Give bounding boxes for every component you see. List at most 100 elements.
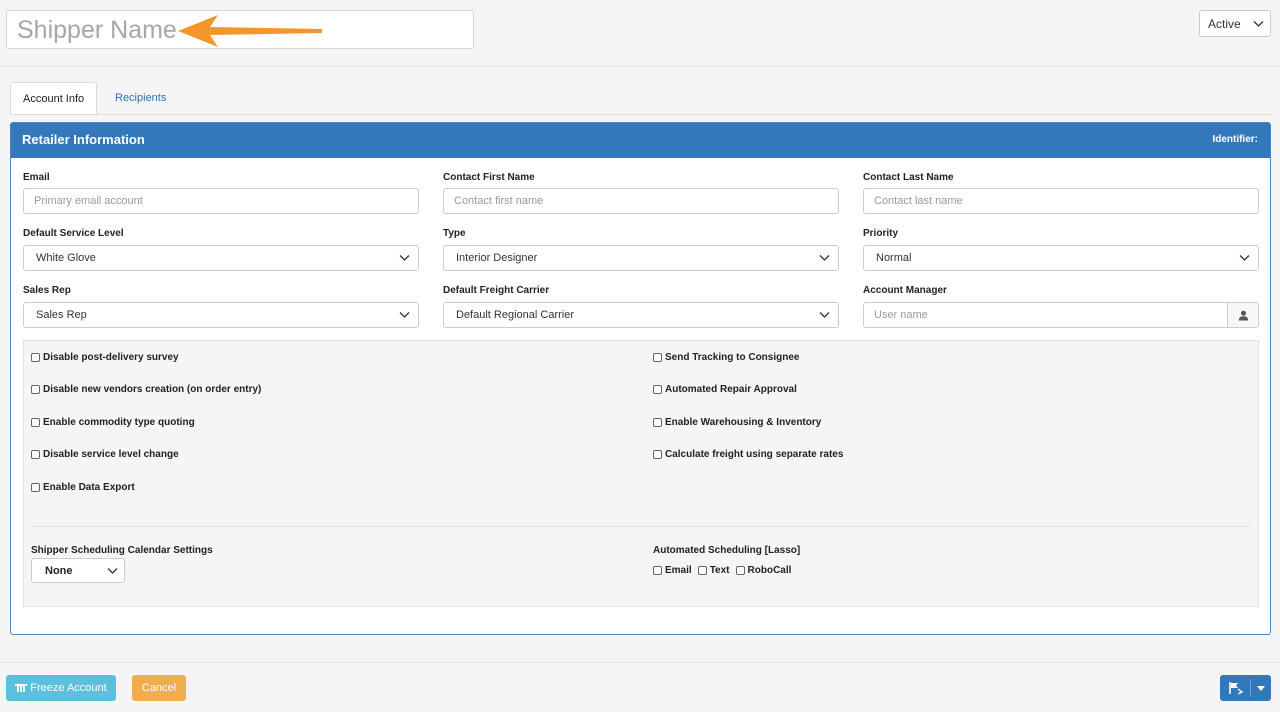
sales-rep-value: Sales Rep — [36, 309, 87, 321]
option-separate-rates[interactable]: Calculate freight using separate rates — [653, 449, 843, 460]
auto-scheduling-options: Email Text RoboCall — [653, 565, 797, 576]
contact-first-label: Contact First Name — [443, 172, 535, 183]
contact-first-field[interactable] — [454, 195, 838, 207]
freeze-icon — [15, 684, 28, 692]
type-label: Type — [443, 228, 466, 239]
email-field-wrap — [23, 188, 419, 214]
calendar-settings-label: Shipper Scheduling Calendar Settings — [31, 545, 213, 556]
option-label: Send Tracking to Consignee — [665, 352, 800, 363]
auto-option-robocall[interactable]: RoboCall — [735, 565, 792, 576]
type-select[interactable]: Interior Designer — [443, 245, 839, 271]
option-repair-approval[interactable]: Automated Repair Approval — [653, 384, 797, 395]
contact-last-label: Contact Last Name — [863, 172, 954, 183]
freeze-account-label: Freeze Account — [30, 682, 107, 694]
chevron-down-icon — [1253, 20, 1264, 27]
option-label: Enable Warehousing & Inventory — [665, 417, 822, 428]
calendar-settings-select[interactable]: None — [31, 558, 125, 583]
contact-last-wrap — [863, 188, 1259, 214]
settings-box: Disable post-delivery survey Disable new… — [23, 340, 1259, 607]
checkbox[interactable] — [31, 450, 40, 459]
user-icon — [1238, 310, 1248, 320]
cancel-label: Cancel — [141, 682, 177, 694]
flag-action-button[interactable] — [1220, 675, 1271, 701]
chevron-down-icon — [819, 312, 830, 318]
option-disable-survey[interactable]: Disable post-delivery survey — [31, 352, 179, 363]
annotation-arrow-icon — [178, 15, 322, 47]
auto-option-text[interactable]: Text — [697, 565, 730, 576]
option-label: Email — [665, 565, 692, 576]
auto-scheduling-label: Automated Scheduling [Lasso] — [653, 545, 801, 556]
user-lookup-button[interactable] — [1227, 303, 1258, 327]
chevron-down-icon — [1239, 255, 1250, 261]
sales-rep-select[interactable]: Sales Rep — [23, 302, 419, 328]
option-label: Automated Repair Approval — [665, 384, 797, 395]
option-label: Disable new vendors creation (on order e… — [43, 384, 262, 395]
panel-heading: Retailer Information Identifier: — [11, 123, 1270, 158]
account-manager-label: Account Manager — [863, 285, 947, 296]
tab-recipients[interactable]: Recipients — [103, 82, 178, 114]
checkbox[interactable] — [653, 353, 662, 362]
freeze-account-button[interactable]: Freeze Account — [6, 675, 116, 701]
priority-label: Priority — [863, 228, 899, 239]
service-level-select[interactable]: White Glove — [23, 245, 419, 271]
flag-icon — [1229, 682, 1243, 694]
option-commodity-quoting[interactable]: Enable commodity type quoting — [31, 417, 195, 428]
auto-option-email[interactable]: Email — [653, 565, 692, 576]
priority-select[interactable]: Normal — [863, 245, 1259, 271]
option-send-tracking[interactable]: Send Tracking to Consignee — [653, 352, 799, 363]
chevron-down-icon — [107, 567, 118, 574]
service-level-value: White Glove — [36, 252, 96, 264]
account-manager-field[interactable] — [874, 309, 1214, 321]
checkbox[interactable] — [31, 385, 40, 394]
option-label: Enable Data Export — [43, 482, 135, 493]
contact-first-wrap — [443, 188, 839, 214]
caret-down-icon[interactable] — [1257, 686, 1265, 691]
tab-underline — [10, 114, 1271, 115]
option-label: Enable commodity type quoting — [43, 417, 195, 428]
chevron-down-icon — [819, 255, 830, 261]
checkbox[interactable] — [653, 566, 662, 575]
checkbox[interactable] — [31, 418, 40, 427]
status-value: Active — [1208, 16, 1241, 31]
checkbox[interactable] — [697, 566, 707, 575]
service-level-label: Default Service Level — [23, 228, 124, 239]
sales-rep-label: Sales Rep — [23, 285, 71, 296]
option-label: Disable service level change — [43, 449, 179, 460]
footer-divider — [0, 662, 1280, 663]
contact-last-field[interactable] — [874, 195, 1258, 207]
option-label: Disable post-delivery survey — [43, 352, 179, 363]
email-field[interactable] — [34, 195, 418, 207]
type-value: Interior Designer — [456, 252, 538, 264]
retailer-info-panel: Retailer Information Identifier: Email C… — [10, 122, 1271, 635]
option-disable-new-vendors[interactable]: Disable new vendors creation (on order e… — [31, 384, 261, 395]
option-label: RoboCall — [747, 565, 792, 576]
option-label: Text — [709, 565, 730, 576]
checkbox[interactable] — [735, 566, 745, 575]
freight-carrier-select[interactable]: Default Regional Carrier — [443, 302, 839, 328]
calendar-settings-value: None — [45, 564, 73, 577]
cancel-button[interactable]: Cancel — [132, 675, 186, 701]
account-manager-wrap — [863, 302, 1259, 328]
option-warehousing[interactable]: Enable Warehousing & Inventory — [653, 417, 821, 428]
chevron-down-icon — [399, 255, 410, 261]
checkbox[interactable] — [31, 353, 40, 362]
split-divider — [1250, 679, 1251, 697]
checkbox[interactable] — [31, 483, 40, 492]
freight-carrier-value: Default Regional Carrier — [456, 309, 574, 321]
option-data-export[interactable]: Enable Data Export — [31, 482, 135, 493]
option-disable-service-level[interactable]: Disable service level change — [31, 449, 179, 460]
panel-title: Retailer Information — [22, 132, 145, 147]
priority-value: Normal — [876, 252, 912, 264]
checkbox[interactable] — [653, 418, 662, 427]
settings-divider — [31, 526, 1251, 527]
tab-account-info[interactable]: Account Info — [10, 82, 98, 115]
option-label: Calculate freight using separate rates — [665, 449, 844, 460]
email-label: Email — [23, 172, 50, 183]
status-select[interactable]: Active — [1199, 10, 1271, 37]
header-divider — [0, 66, 1280, 67]
checkbox[interactable] — [653, 450, 662, 459]
chevron-down-icon — [399, 312, 410, 318]
checkbox[interactable] — [653, 385, 662, 394]
identifier-label: Identifier: — [1212, 134, 1258, 145]
freight-carrier-label: Default Freight Carrier — [443, 285, 550, 296]
